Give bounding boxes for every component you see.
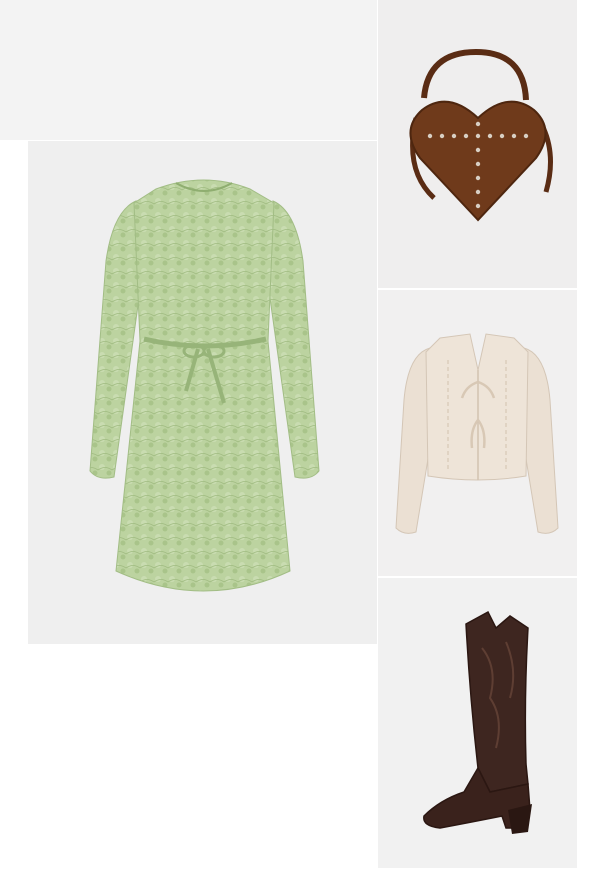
heart-bag-icon <box>409 48 553 222</box>
bag-tile[interactable] <box>378 0 577 288</box>
cardigan-icon <box>395 333 559 534</box>
lace-dress-icon <box>89 179 320 592</box>
dress-tile[interactable] <box>28 141 377 644</box>
collage-background-strip <box>0 0 377 140</box>
boot-tile[interactable] <box>378 578 577 868</box>
cardigan-tile[interactable] <box>378 290 577 576</box>
cowboy-boot-icon <box>423 610 532 834</box>
